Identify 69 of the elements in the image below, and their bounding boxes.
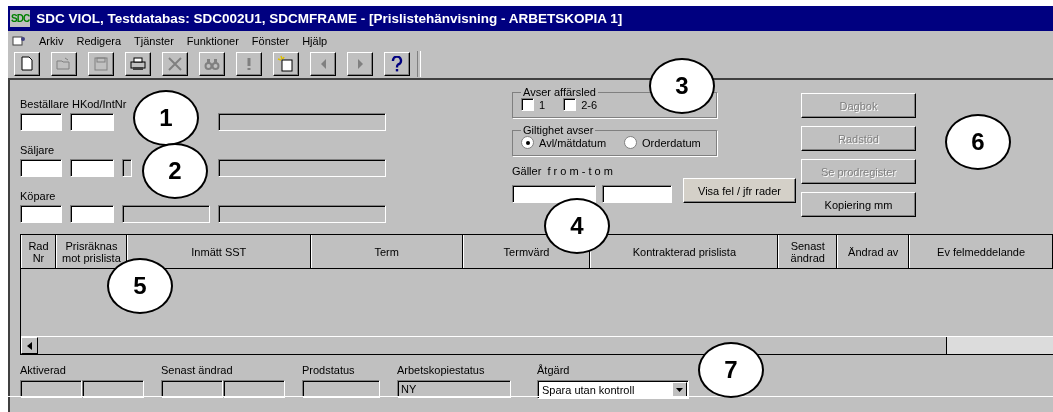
menu-item[interactable]: Funktioner: [186, 34, 239, 47]
column-header: Ev felmeddelande: [909, 235, 1053, 268]
document-icon[interactable]: [12, 34, 26, 47]
text-field[interactable]: [20, 205, 62, 223]
action-button[interactable]: Kopiering mm: [801, 192, 916, 217]
menu-item[interactable]: Tjänster: [134, 34, 174, 47]
radio-button[interactable]: [624, 136, 638, 149]
date-field[interactable]: [602, 185, 672, 203]
callout-bubble: 1: [133, 90, 199, 146]
question-mark-icon: [391, 56, 403, 72]
right-triangle-icon: [357, 59, 363, 69]
text-field[interactable]: [122, 159, 132, 177]
checkbox-label: 2-6: [581, 98, 598, 111]
checkbox[interactable]: [521, 98, 534, 111]
window-title: SDC VIOL, Testdatabas: SDC002U1, SDCMFRAME - [Prislistehänvisning - ARBETSKOPIA 1]: [36, 11, 623, 26]
sparkle-document-icon: [277, 55, 295, 73]
app-logo: SDC: [10, 10, 31, 27]
column-header: Senast ändrad: [778, 235, 838, 268]
menu-item[interactable]: Hjälp: [302, 34, 328, 47]
column-header: Ändrad av: [837, 235, 910, 268]
callout-bubble: 3: [649, 58, 715, 114]
column-header: Term: [310, 235, 463, 268]
caret-icon: [676, 387, 683, 392]
cross-icon: [166, 55, 184, 73]
checkbox[interactable]: [563, 98, 577, 111]
text-field[interactable]: [70, 205, 114, 223]
document-icon: [18, 55, 36, 73]
field-label: Aktiverad: [20, 364, 67, 377]
scroll-left-button[interactable]: [21, 337, 38, 354]
text-field[interactable]: [20, 113, 62, 131]
group-title: Avser affärsled: [522, 86, 597, 98]
compare-button[interactable]: Visa fel / jfr rader: [683, 178, 796, 203]
radio-label: Avl/mätdatum: [539, 136, 607, 149]
print-button[interactable]: [125, 52, 151, 76]
text-field[interactable]: [70, 113, 114, 131]
menu-item[interactable]: Redigera: [76, 34, 122, 47]
field-label: Prodstatus: [302, 364, 356, 377]
field-label: Säljare: [20, 144, 56, 157]
field-label: Åtgärd: [537, 364, 571, 377]
radio-label: Orderdatum: [642, 136, 701, 149]
printer-icon: [129, 55, 147, 73]
checkbox-label: 1: [539, 98, 546, 111]
text-field[interactable]: [122, 205, 210, 223]
field-label: Senast ändrad: [161, 364, 234, 377]
radio-button[interactable]: [521, 136, 534, 149]
date-field[interactable]: [512, 185, 596, 203]
text-field[interactable]: [218, 205, 386, 223]
help-button[interactable]: [384, 52, 410, 76]
menu-item[interactable]: Arkiv: [39, 34, 64, 47]
text-field[interactable]: [20, 159, 62, 177]
new-button[interactable]: [14, 52, 40, 76]
text-field[interactable]: [218, 113, 386, 131]
left-triangle-icon: [320, 59, 326, 69]
column-header: Rad Nr: [21, 235, 56, 268]
field-label: Gäller f r o m - t o m: [512, 165, 614, 178]
text-field[interactable]: [70, 159, 114, 177]
field-label: Köpare: [20, 190, 57, 203]
exclamation-icon: [247, 58, 251, 70]
left-arrow-icon: [27, 341, 32, 350]
menu-item[interactable]: Fönster: [251, 34, 290, 47]
text-field[interactable]: [218, 159, 386, 177]
callout-bubble: 2: [142, 143, 208, 199]
paste-button[interactable]: [273, 52, 299, 76]
field-label: Arbetskopiestatus: [397, 364, 486, 377]
callout-bubble: 6: [945, 114, 1011, 170]
field-label: Beställare HKod/IntNr: [20, 98, 128, 111]
group-title: Giltighet avser: [522, 124, 595, 136]
folder-icon: [55, 55, 73, 73]
callout-bubble: 7: [698, 342, 764, 398]
